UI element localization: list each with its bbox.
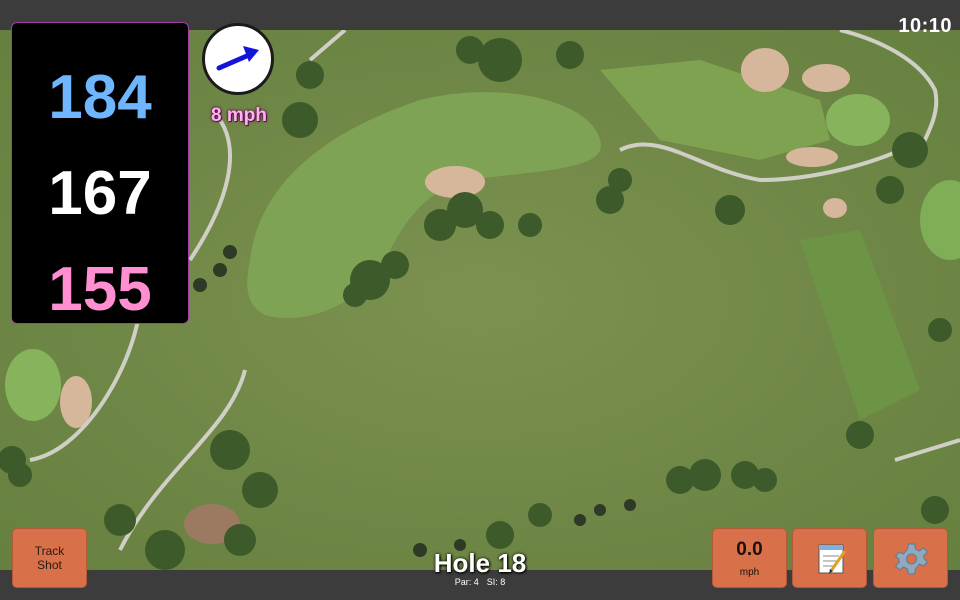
gear-icon — [894, 543, 929, 575]
hole-info: Par: 4 SI: 8 — [380, 577, 580, 587]
middle-distance: 167 — [48, 159, 152, 228]
wind-arrow-icon — [216, 46, 259, 71]
wind-indicator — [202, 23, 274, 95]
track-shot-label-line2: Shot — [37, 558, 62, 572]
speed-button[interactable]: 0.0 mph — [712, 528, 787, 588]
wind-speed: 8 mph — [211, 105, 267, 126]
back-distance: 184 — [48, 63, 152, 132]
speed-value: 0.0 — [736, 539, 763, 560]
hole-title: Hole 18 — [433, 548, 527, 578]
track-shot-label-line1: Track — [34, 544, 65, 558]
track-shot-button[interactable]: Track Shot — [12, 528, 87, 588]
settings-button[interactable] — [873, 528, 948, 588]
notes-button[interactable] — [792, 528, 867, 588]
notepad-icon — [818, 544, 847, 574]
hole-par: Par: 4 — [454, 577, 479, 587]
clock: 10:10 — [898, 15, 952, 37]
front-distance: 155 — [48, 255, 152, 324]
hole-stroke-index: SI: 8 — [486, 577, 506, 587]
distance-panel: 184 167 155 — [11, 22, 189, 324]
speed-unit: mph — [739, 567, 760, 578]
